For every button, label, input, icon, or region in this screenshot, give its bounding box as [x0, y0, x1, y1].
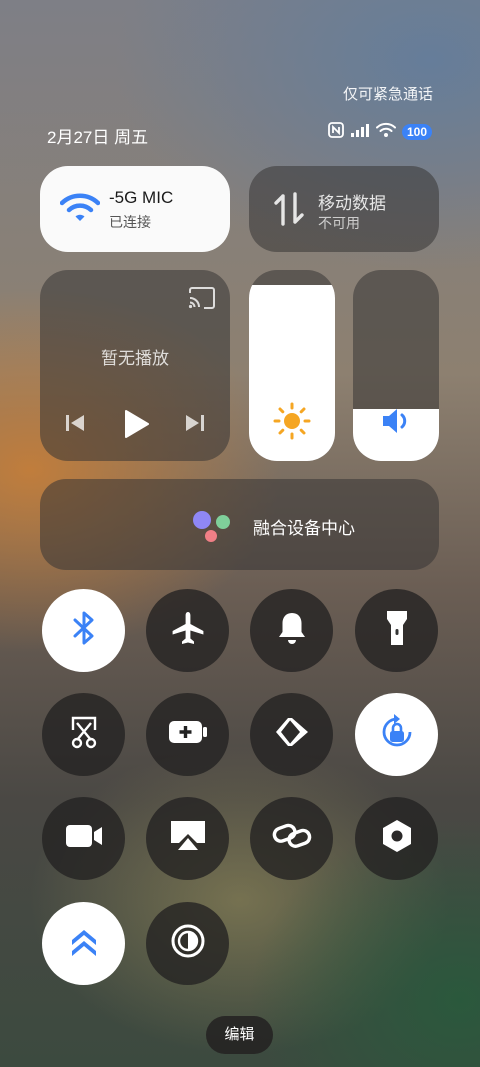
mobile-data-title: 移动数据: [318, 194, 386, 213]
previous-track-icon[interactable]: [65, 413, 85, 438]
link-toggle[interactable]: [250, 797, 333, 880]
flashlight-icon: [385, 609, 409, 652]
rotation-lock-toggle[interactable]: [355, 693, 438, 776]
airplane-mode-toggle[interactable]: [146, 589, 229, 672]
scissors-screenshot-icon: [68, 714, 100, 755]
volume-slider[interactable]: [353, 270, 439, 461]
screenshot-toggle[interactable]: [42, 693, 125, 776]
bell-icon: [276, 610, 308, 651]
settings-nut-toggle[interactable]: [355, 797, 438, 880]
device-hub-tile[interactable]: 融合设备中心: [40, 479, 439, 570]
ringer-toggle[interactable]: [250, 589, 333, 672]
sun-icon: [249, 402, 335, 445]
date-text: 2月27日 周五: [47, 128, 149, 147]
speaker-icon: [353, 407, 439, 440]
screen-record-toggle[interactable]: [42, 797, 125, 880]
wifi-network-name: -5G MIC: [109, 188, 174, 207]
edit-button[interactable]: 编辑: [206, 1016, 273, 1054]
nfc-icon: [328, 121, 344, 143]
flashlight-toggle[interactable]: [355, 589, 438, 672]
screen-cast-toggle[interactable]: [146, 797, 229, 880]
rotation-lock-icon: [377, 712, 417, 757]
wifi-tile[interactable]: -5G MIC 已连接: [40, 166, 230, 252]
performance-toggle[interactable]: [42, 902, 125, 985]
dark-mode-toggle[interactable]: [146, 902, 229, 985]
share-toggle[interactable]: [250, 693, 333, 776]
emergency-calls-only-text: 仅可紧急通话: [342, 86, 433, 103]
play-icon[interactable]: [124, 409, 150, 444]
mobile-data-tile[interactable]: 移动数据 不可用: [249, 166, 439, 252]
airplay-icon: [170, 820, 206, 857]
double-chevron-up-icon: [70, 926, 98, 961]
link-icon: [272, 821, 312, 856]
bluetooth-icon: [70, 610, 98, 651]
device-hub-icon: [192, 509, 232, 542]
battery-plus-icon: [168, 720, 208, 749]
airplane-icon: [170, 610, 206, 651]
battery-saver-toggle[interactable]: [146, 693, 229, 776]
contrast-icon: [171, 924, 205, 963]
mobile-data-status: 不可用: [318, 215, 360, 231]
cast-icon[interactable]: [188, 287, 216, 314]
next-track-icon[interactable]: [185, 413, 205, 438]
media-player-tile[interactable]: 暂无播放: [40, 270, 230, 461]
wifi-status-label: 已连接: [109, 214, 151, 230]
bluetooth-toggle[interactable]: [42, 589, 125, 672]
brightness-slider[interactable]: [249, 270, 335, 461]
device-hub-label: 融合设备中心: [253, 519, 355, 538]
wifi-status-icon: [375, 122, 396, 143]
wifi-icon: [59, 193, 101, 228]
hexagon-nut-icon: [381, 819, 413, 858]
share-arrows-icon: [274, 716, 310, 753]
signal-icon: [350, 122, 370, 143]
status-icons: 100: [328, 121, 432, 143]
media-status-label: 暂无播放: [101, 349, 169, 368]
video-camera-icon: [65, 824, 103, 853]
data-arrows-icon: [273, 192, 305, 231]
battery-level-badge: 100: [401, 124, 432, 140]
